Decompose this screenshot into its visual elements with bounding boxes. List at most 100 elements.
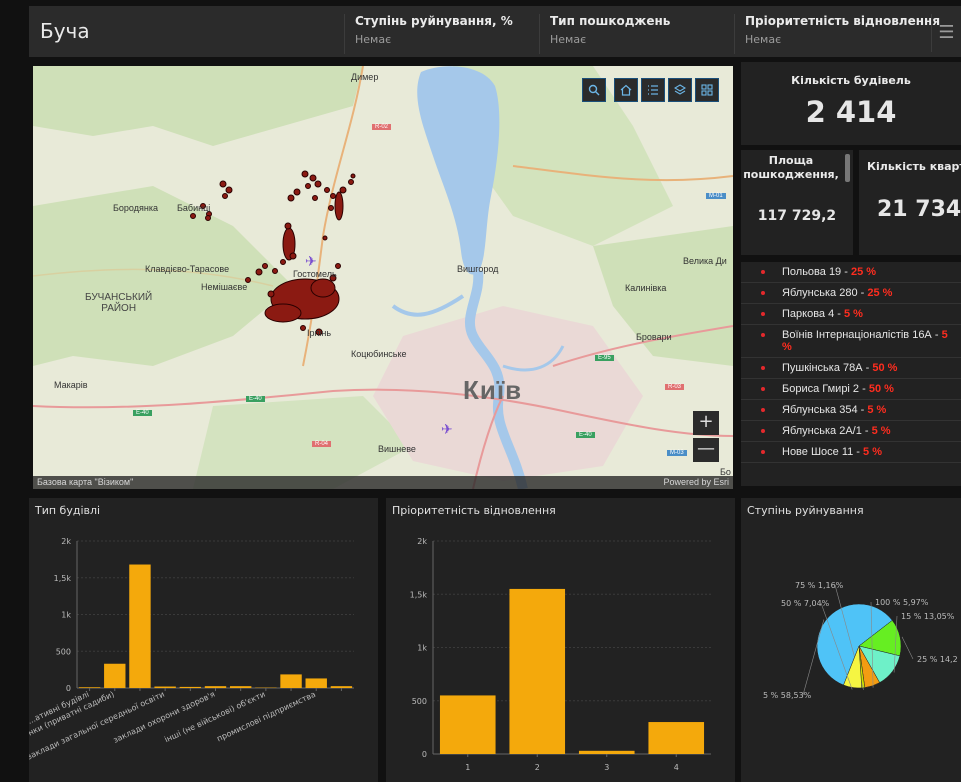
map-label: Макарів [54,380,88,390]
map-attribution: Базова карта "Візиком" Powered by Esri [33,476,733,489]
address: Воїнів Інтернаціоналістів 16А - [782,329,942,341]
chart-bar[interactable] [129,564,151,688]
chart-bar[interactable] [204,686,227,688]
basemap-gallery-icon[interactable] [695,78,719,102]
map-label: Бородянка [113,203,158,213]
y-tick-label: 500 [412,697,427,706]
map-view[interactable]: ✈ ✈ R-02 M-01 E-95 R-03 E-40 E-40 R-04 E… [33,66,733,489]
map-toolbar [582,78,719,104]
app-title: Буча [40,19,90,43]
chart-bar[interactable] [280,674,302,688]
building-type-chart-svg: 05001k1,5k2k...ативні будівлі, будинки (… [29,537,354,762]
address: Нове Шосе 11 - [782,446,864,458]
road-sign: E-40 [133,410,152,416]
filter-label: Пріоритетність відновлення [745,14,941,28]
address: Яблунська 354 - [782,404,868,416]
layers-icon[interactable] [668,78,692,102]
chart-bar[interactable] [305,678,327,688]
bullet-icon [761,387,765,391]
list-item[interactable]: Бориса Гмирі 2 - 50 % [741,379,961,400]
building-type-chart: Тип будівлі 0 500 1k 1,5k 2k ...ативні будівл… [29,498,378,782]
chart-bar[interactable] [78,687,101,688]
chart-bar[interactable] [509,588,566,754]
pie-leader-line [901,636,914,660]
chart-bar[interactable] [229,686,252,688]
map-label: Немішаєве [201,282,248,292]
list-item[interactable]: Яблунська 2А/1 - 5 % [741,421,961,442]
kpi-value: 2 414 [805,95,897,129]
svg-text:✈: ✈ [305,254,317,270]
restoration-priority-chart-svg: 0 500 1k 1,5k 2k 1 2 3 4 [410,537,711,772]
bullet-icon [761,291,765,295]
y-tick-label: 1k [61,611,71,620]
filter-label: Тип пошкоджень [550,14,671,28]
kpi-title: Кількість будівель [791,74,911,87]
zoom-in-button[interactable]: + [693,411,719,435]
kpi-buildings-panel: Кількість будівель 2 414 [741,62,961,145]
map-label: Ірпінь [307,328,332,338]
map-label: Клавдієво-Тарасове [145,264,230,274]
search-icon[interactable] [582,78,606,102]
kpi-value: 21 734 [877,197,961,222]
bullet-icon [761,333,765,337]
svg-text:✈: ✈ [441,422,453,438]
list-item[interactable]: Нове Шосе 11 - 5 % [741,442,961,463]
chart-bar[interactable] [578,750,635,754]
y-tick-label: 0 [66,684,71,693]
list-item[interactable]: Пушкінська 78А - 50 % [741,358,961,379]
list-item[interactable]: Яблунська 280 - 25 % [741,283,961,304]
damage-percent: 5 % [843,308,863,320]
hamburger-icon[interactable]: ☰ [931,14,961,52]
map-label: Велика Ди [683,256,727,266]
road-sign: R-03 [665,384,685,390]
chart-bar[interactable] [104,663,126,688]
chart-bar[interactable] [179,686,202,688]
address: Бориса Гмирі 2 - [782,383,869,395]
y-tick-label: 1,5k [54,574,72,583]
filter-restoration-priority[interactable]: Пріоритетність відновлення Немає [734,14,941,54]
damage-percent: 50 % [872,362,898,374]
damage-percent: 5 % [867,404,887,416]
map-label: Бровари [636,332,672,342]
kpi-area-panel: Площа пошкодження, 117 729,2 [741,150,853,255]
road-sign: R-02 [372,124,392,130]
list-item[interactable]: Воїнів Інтернаціоналістів 16А - 5 % [741,325,961,358]
map-label: Калинівка [625,283,667,293]
chart-bar[interactable] [439,695,496,754]
list-item[interactable]: Польова 19 - 25 % [741,262,961,283]
header-bar: Буча Ступінь руйнування, % Немає Тип пош… [29,6,961,57]
map-label: Вишневе [378,444,416,454]
attribution-esri[interactable]: Powered by Esri [663,477,729,487]
y-tick-label: 2k [61,537,71,546]
road-sign: R-04 [312,441,332,447]
chart-bar[interactable] [330,686,353,688]
scrollbar[interactable] [845,154,850,182]
filter-label: Ступінь руйнування, % [355,14,513,28]
map-label: БУЧАНСЬКИЙ РАЙОН [85,292,153,314]
zoom-out-button[interactable]: — [693,438,719,462]
address: Польова 19 - [782,266,851,278]
filter-value: Немає [745,33,782,46]
filter-damage-degree[interactable]: Ступінь руйнування, % Немає [344,14,539,54]
x-tick-label: 4 [674,763,679,772]
address: Яблунська 2А/1 - [782,425,872,437]
home-icon[interactable] [614,78,638,102]
y-tick-label: 0 [422,750,427,759]
bullet-icon [761,312,765,316]
x-tick-label: 2 [535,763,540,772]
damage-percent: 25 % [867,287,893,299]
road-sign: E-95 [595,355,614,361]
list-icon[interactable] [641,78,665,102]
y-tick-label: 1,5k [410,590,428,599]
bullet-icon [761,366,765,370]
map-label: Коцюбинське [351,349,407,359]
road-sign: M-03 [667,450,687,456]
chart-bar[interactable] [648,722,705,754]
list-item[interactable]: Яблунська 354 - 5 % [741,400,961,421]
map-label: Гостомель [293,269,337,279]
list-item[interactable]: Паркова 4 - 5 % [741,304,961,325]
damage-percent: 5 % [871,425,891,437]
filter-damage-type[interactable]: Тип пошкоджень Немає [539,14,734,54]
bullet-icon [761,429,765,433]
chart-bar[interactable] [154,686,176,688]
